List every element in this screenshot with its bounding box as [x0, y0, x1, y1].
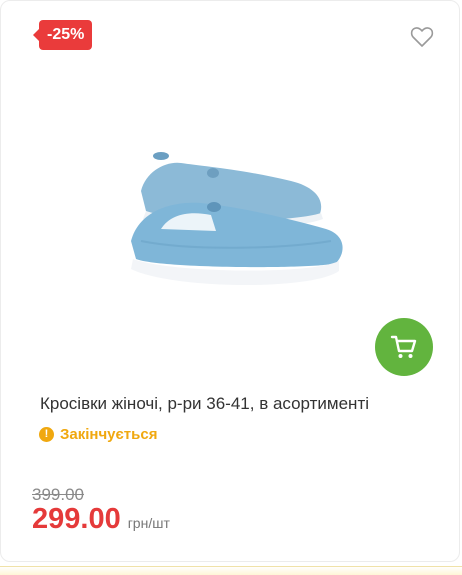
product-image[interactable]	[121, 141, 351, 301]
stock-status: ! Закінчується	[39, 426, 157, 443]
add-to-cart-button[interactable]	[375, 318, 433, 376]
favorite-button[interactable]	[410, 26, 434, 48]
cart-icon	[390, 335, 417, 358]
current-price: 299.00	[32, 503, 121, 535]
price-row: 299.00 грн/шт	[32, 503, 170, 536]
exclamation-icon: !	[39, 427, 54, 442]
sneakers-image	[131, 152, 343, 286]
product-card[interactable]: -25% Кросівки жіночі, р-ри 36-41, в асор…	[0, 0, 460, 562]
heart-outline-icon	[410, 27, 434, 47]
product-title[interactable]: Кросівки жіночі, р-ри 36-41, в асортимен…	[40, 394, 369, 414]
old-price: 399.00	[32, 485, 84, 504]
stock-status-label: Закінчується	[60, 426, 158, 443]
discount-badge: -25%	[32, 20, 93, 50]
price-unit: грн/шт	[127, 515, 170, 531]
